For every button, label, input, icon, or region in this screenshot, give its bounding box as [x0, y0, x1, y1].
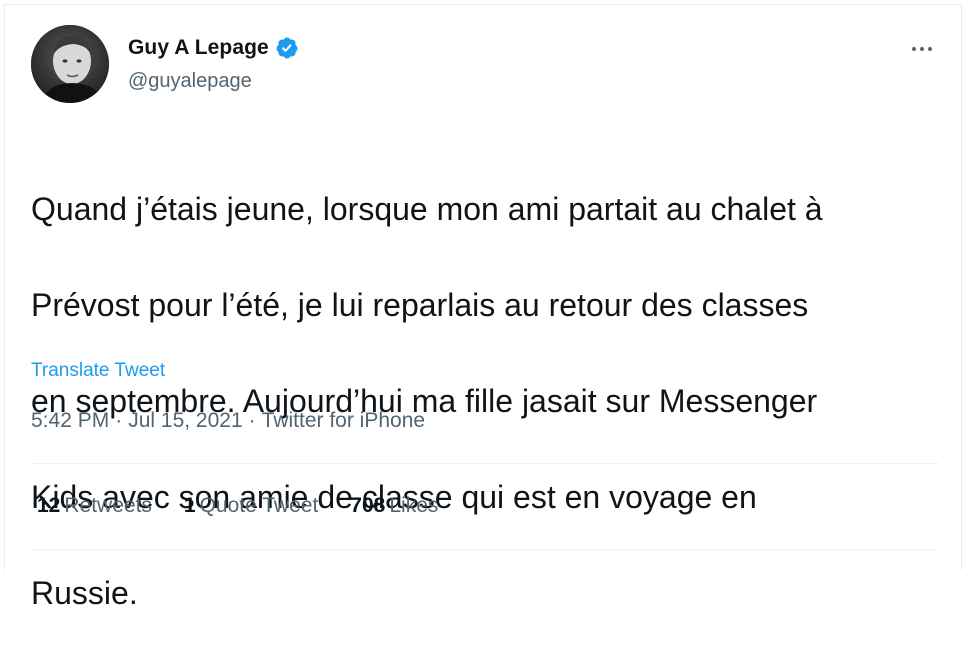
avatar[interactable]	[31, 25, 109, 103]
tweet-metadata: 5:42 PM · Jul 15, 2021 · Twitter for iPh…	[31, 409, 425, 433]
quote-tweets-count: 1	[183, 494, 196, 517]
retweets-label: Retweets	[64, 494, 152, 517]
tweet-text-line: Quand j’étais jeune, lorsque mon ami par…	[31, 191, 823, 227]
divider	[31, 463, 939, 464]
dot	[928, 47, 932, 51]
dot	[920, 47, 924, 51]
translate-tweet-link[interactable]: Translate Tweet	[31, 360, 165, 382]
dot	[912, 47, 916, 51]
name-row: Guy A Lepage	[128, 36, 299, 60]
divider	[31, 549, 939, 550]
likes-label: Likes	[389, 494, 439, 517]
quote-tweets-label: Quote Tweet	[199, 494, 319, 517]
quote-tweets-stat[interactable]: 1 Quote Tweet	[184, 494, 318, 518]
display-name[interactable]: Guy A Lepage	[128, 36, 269, 60]
tweet-text-line: Russie.	[31, 575, 138, 611]
verified-badge-icon	[275, 36, 299, 60]
tweet-stats: 12 Retweets 1 Quote Tweet 708 Likes	[37, 494, 470, 518]
likes-count: 708	[350, 494, 386, 517]
separator: ·	[115, 409, 123, 432]
tweet-text: Quand j’étais jeune, lorsque mon ami par…	[31, 137, 946, 665]
tweet-text-line: Prévost pour l’été, je lui reparlais au …	[31, 287, 809, 323]
profile-photo-icon	[31, 25, 109, 103]
tweet-card: Guy A Lepage @guyalepage Quand j’étais j…	[4, 4, 962, 611]
user-handle[interactable]: @guyalepage	[128, 70, 252, 93]
retweets-stat[interactable]: 12 Retweets	[37, 494, 152, 518]
tweet-header: Guy A Lepage @guyalepage	[31, 25, 941, 105]
more-options-icon[interactable]	[907, 37, 937, 61]
tweet-time[interactable]: 5:42 PM	[31, 409, 109, 433]
tweet-source[interactable]: Twitter for iPhone	[262, 409, 425, 433]
separator: ·	[248, 409, 256, 432]
retweets-count: 12	[37, 494, 61, 517]
tweet-date[interactable]: Jul 15, 2021	[128, 409, 242, 433]
likes-stat[interactable]: 708 Likes	[350, 494, 438, 518]
